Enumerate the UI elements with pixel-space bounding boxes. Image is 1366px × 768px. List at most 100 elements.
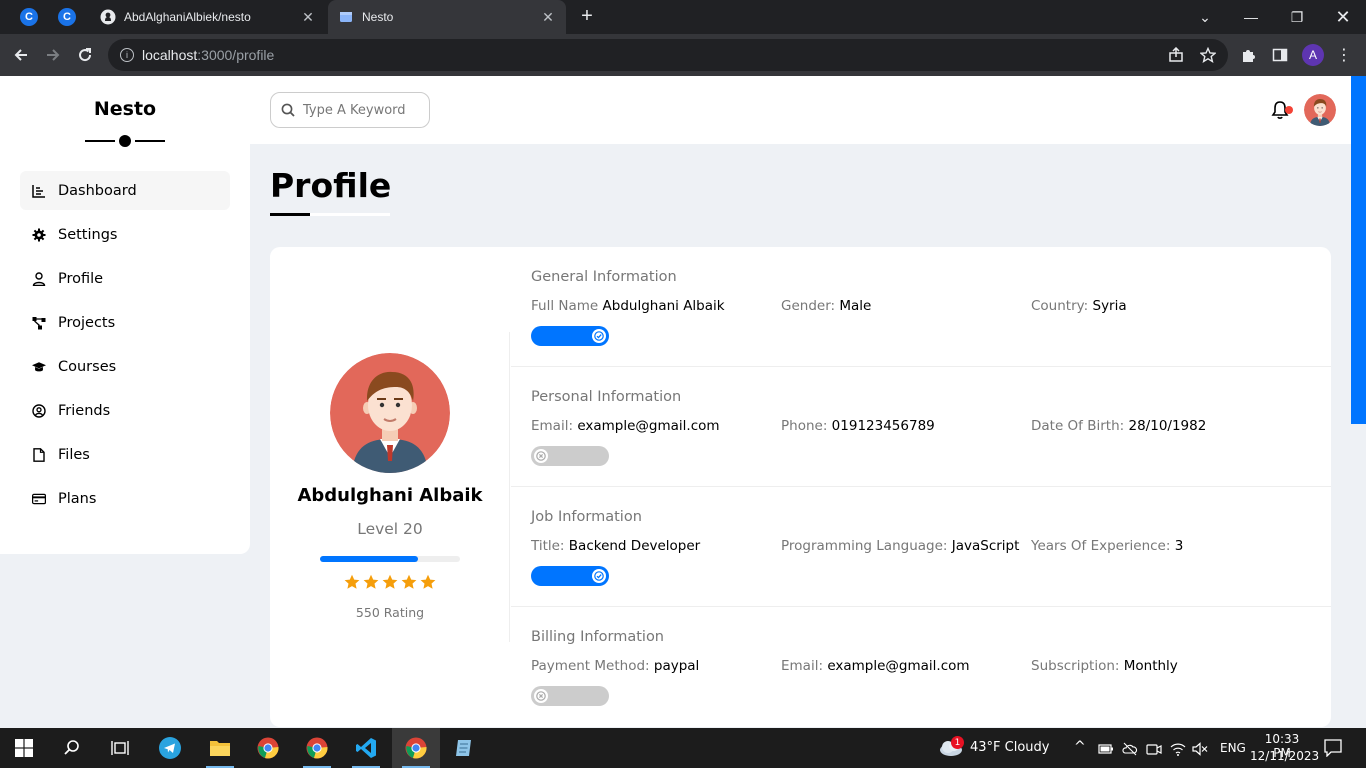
field-payment-method: Payment Method: paypal (531, 658, 699, 674)
field-email: Email: example@gmail.com (531, 418, 720, 434)
profile-card: Abdulghani Albaik Level 20 550 Rating Ge… (270, 247, 1331, 727)
share-icon[interactable] (1166, 45, 1186, 65)
sidebar-item-friends[interactable]: Friends (20, 391, 230, 430)
check-icon (594, 571, 604, 581)
forward-button[interactable] (40, 42, 66, 68)
profile-level: Level 20 (357, 520, 423, 538)
sidebar-item-profile[interactable]: Profile (20, 259, 230, 298)
sidebar-item-plans[interactable]: Plans (20, 479, 230, 518)
wifi-icon[interactable] (1170, 741, 1186, 760)
graduation-cap-icon (32, 360, 46, 374)
star-icon (401, 574, 417, 589)
sidebar-item-files[interactable]: Files (20, 435, 230, 474)
section-toggle[interactable] (531, 566, 609, 586)
new-tab-button[interactable]: + (577, 6, 597, 26)
extensions-icon[interactable] (1238, 45, 1258, 65)
field-title: Title: Backend Developer (531, 538, 700, 554)
language-indicator[interactable]: ENG (1220, 741, 1246, 755)
battery-icon[interactable] (1098, 741, 1114, 760)
file-explorer-icon[interactable] (196, 728, 244, 768)
brand-title: Nesto (93, 98, 157, 120)
sidebar-item-courses[interactable]: Courses (20, 347, 230, 386)
section-toggle[interactable] (531, 326, 609, 346)
tab-nesto[interactable]: Nesto ✕ (328, 0, 566, 34)
clock-date[interactable]: 12/11/2023 (1250, 749, 1319, 763)
tab-github[interactable]: AbdAlghaniAlbiek/nesto ✕ (90, 0, 326, 34)
sidebar-item-projects[interactable]: Projects (20, 303, 230, 342)
reload-button[interactable] (72, 42, 98, 68)
section-title: General Information (531, 269, 677, 285)
field-country: Country: Syria (1031, 298, 1127, 314)
sidebar-item-label: Files (58, 446, 90, 463)
search-icon[interactable] (48, 728, 96, 768)
sidebar: Nesto Dashboard Settings Profile Project… (0, 76, 250, 554)
brand-divider (85, 140, 115, 142)
notepad-icon[interactable] (440, 728, 488, 768)
chevron-up-icon[interactable]: ^ (1074, 739, 1086, 755)
gear-icon (32, 228, 46, 242)
sidebar-item-label: Friends (58, 402, 111, 419)
camera-icon[interactable] (1146, 741, 1162, 760)
field-value: Abdulghani Albaik (602, 298, 725, 314)
chrome-profile-icon[interactable] (293, 728, 341, 768)
pinned-tab-icon[interactable]: C (20, 8, 38, 26)
field-date-of-birth: Date Of Birth: 28/10/1982 (1031, 418, 1206, 434)
windows-start-icon[interactable] (0, 728, 48, 768)
close-window-button[interactable]: ✕ (1320, 0, 1366, 34)
field-value: paypal (653, 658, 700, 674)
chrome-icon[interactable] (244, 728, 292, 768)
close-icon[interactable]: ✕ (540, 9, 556, 25)
telegram-icon[interactable] (146, 728, 194, 768)
weather-text[interactable]: 43°F Cloudy (970, 740, 1049, 755)
section-toggle[interactable] (531, 686, 609, 706)
field-key: Years Of Experience: (1031, 538, 1171, 554)
taskbar: 1 43°F Cloudy ^ ENG 10:33 PM 12/11/2023 (0, 728, 1366, 768)
field-value: Monthly (1123, 658, 1178, 674)
restore-button[interactable]: ❐ (1274, 0, 1320, 34)
site-info-icon[interactable]: i (120, 48, 134, 62)
bookmark-star-icon[interactable] (1198, 45, 1218, 65)
chrome-active-icon[interactable] (392, 728, 440, 768)
star-icon (344, 574, 360, 589)
field-value: Male (839, 298, 872, 314)
notification-center-icon[interactable] (1324, 739, 1342, 761)
section-title: Personal Information (531, 389, 682, 405)
field-value: JavaScript (951, 538, 1020, 554)
field-programming-language: Programming Language: JavaScript (781, 538, 1019, 554)
minimize-button[interactable]: — (1228, 0, 1274, 34)
sidebar-item-dashboard[interactable]: Dashboard (20, 171, 230, 210)
cloud-off-icon[interactable] (1122, 741, 1138, 760)
tab-search-icon[interactable]: ⌄ (1182, 0, 1228, 34)
field-value: Syria (1092, 298, 1127, 314)
field-key: Country: (1031, 298, 1089, 314)
field-years-of-experience: Years Of Experience: 3 (1031, 538, 1183, 554)
sidebar-item-label: Profile (58, 270, 104, 287)
sidebar-item-settings[interactable]: Settings (20, 215, 230, 254)
back-button[interactable] (8, 42, 34, 68)
field-value: 019123456789 (831, 418, 935, 434)
browser-profile-avatar[interactable]: A (1302, 44, 1324, 66)
url-host: localhost (142, 47, 198, 63)
task-view-icon[interactable] (96, 728, 144, 768)
vscode-icon[interactable] (342, 728, 390, 768)
field-key: Title: (531, 538, 565, 554)
field-value: 28/10/1982 (1128, 418, 1207, 434)
field-key: Programming Language: (781, 538, 948, 554)
section-personal-information: Personal Information Email: example@gmai… (511, 367, 1331, 487)
url-path: :3000/profile (197, 47, 275, 63)
sidebar-nav: Dashboard Settings Profile Projects Cour… (20, 171, 230, 523)
avatar[interactable] (1304, 94, 1336, 126)
field-key: Gender: (781, 298, 836, 314)
address-bar[interactable]: i localhost:3000/profile (108, 39, 1228, 71)
page-scrollbar[interactable] (1351, 76, 1366, 728)
search-input[interactable]: Type A Keyword (270, 92, 430, 128)
scrollbar-thumb[interactable] (1351, 76, 1366, 424)
section-general-information: General Information Full Name Abdulghani… (511, 247, 1331, 367)
side-panel-icon[interactable] (1270, 45, 1290, 65)
pinned-tab-icon[interactable]: C (58, 8, 76, 26)
field-key: Email: (781, 658, 824, 674)
menu-icon[interactable]: ⋮ (1334, 45, 1354, 65)
section-toggle[interactable] (531, 446, 609, 466)
close-icon[interactable]: ✕ (300, 9, 316, 25)
volume-muted-icon[interactable] (1192, 741, 1208, 760)
